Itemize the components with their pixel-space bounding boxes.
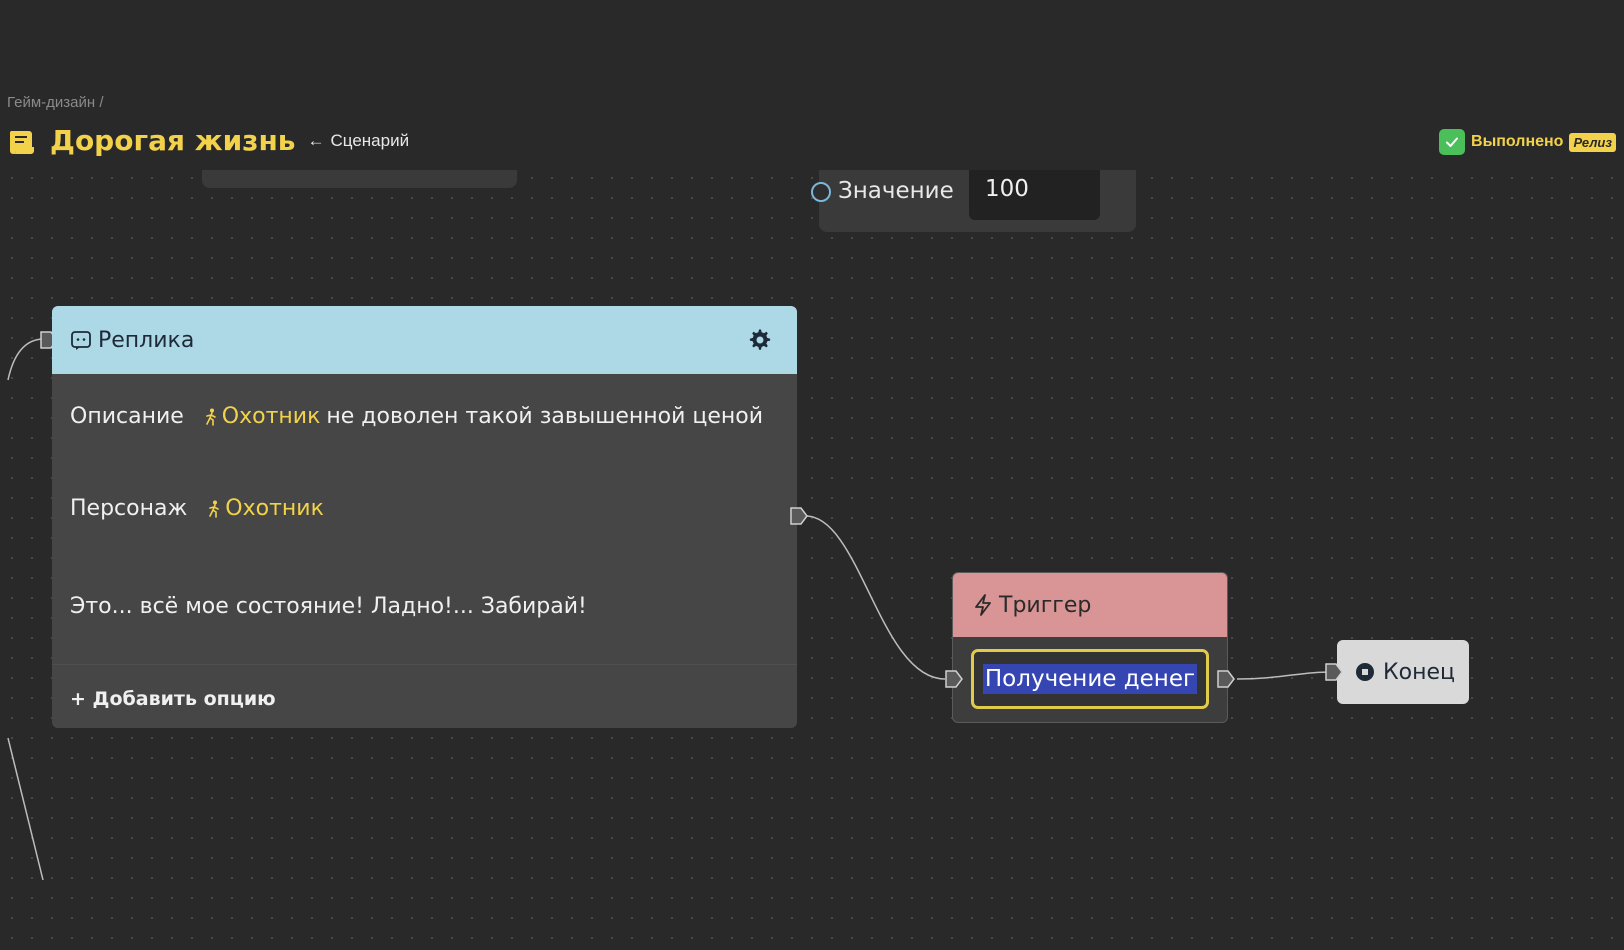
value-label: Значение bbox=[838, 178, 954, 204]
trigger-value-input[interactable]: Получение денег bbox=[971, 649, 1209, 709]
header: Гейм-дизайн / Дорогая жизнь ← Сценарий В… bbox=[0, 0, 1624, 170]
character-row: Персонаж Охотник bbox=[70, 496, 324, 521]
breadcrumb[interactable]: Гейм-дизайн / bbox=[7, 94, 104, 111]
trigger-input-port[interactable] bbox=[945, 670, 963, 688]
edge-reply-to-trigger bbox=[805, 515, 946, 680]
check-icon[interactable] bbox=[1439, 129, 1466, 155]
value-input-handle[interactable] bbox=[811, 182, 831, 202]
add-option-button[interactable]: + Добавить опцию bbox=[70, 688, 276, 710]
edge-bottom-left bbox=[7, 737, 44, 881]
reply-title: Реплика bbox=[98, 327, 195, 353]
reply-text[interactable]: Это... всё мое состояние! Ладно!... Заби… bbox=[70, 594, 587, 619]
character-icon bbox=[205, 408, 216, 426]
reply-node[interactable]: Реплика Описание Охотник не доволен тако… bbox=[40, 306, 808, 728]
trigger-output-port[interactable] bbox=[1217, 670, 1235, 688]
page-title: Дорогая жизнь bbox=[50, 124, 296, 157]
divider bbox=[52, 664, 797, 665]
stop-icon bbox=[1356, 663, 1374, 681]
back-to-scenario-link[interactable]: ← Сценарий bbox=[308, 131, 410, 151]
title-row: Дорогая жизнь ← Сценарий bbox=[8, 124, 409, 157]
description-row: Описание Охотник не доволен такой завыше… bbox=[70, 404, 763, 429]
character-icon bbox=[209, 500, 220, 518]
lightning-icon bbox=[975, 594, 991, 616]
gear-icon[interactable] bbox=[747, 328, 771, 352]
character-name: Охотник bbox=[225, 496, 324, 521]
status-label: Выполнено bbox=[1471, 133, 1564, 150]
reply-output-port[interactable] bbox=[790, 507, 808, 525]
scroll-icon bbox=[9, 130, 34, 154]
edge-in-reply bbox=[7, 338, 45, 381]
arrow-left-icon: ← bbox=[307, 130, 325, 150]
description-label: Описание bbox=[70, 404, 184, 429]
value-input[interactable]: 100 bbox=[969, 170, 1100, 220]
end-node[interactable]: Конец bbox=[1325, 640, 1469, 704]
chat-icon bbox=[71, 331, 91, 350]
description-character-name: Охотник bbox=[221, 404, 321, 429]
edge-trigger-to-end bbox=[1236, 671, 1331, 680]
trigger-title: Триггер bbox=[999, 592, 1092, 618]
trigger-header[interactable]: Триггер bbox=[953, 573, 1227, 637]
end-label: Конец bbox=[1383, 659, 1455, 685]
description-text: не доволен такой завышенной ценой bbox=[326, 404, 764, 429]
trigger-value-text: Получение денег bbox=[982, 664, 1198, 694]
status-indicator[interactable]: Выполнено Релиз bbox=[1439, 129, 1616, 155]
trigger-node[interactable]: Триггер Получение денег bbox=[945, 572, 1235, 723]
end-input-port[interactable] bbox=[1325, 663, 1343, 681]
description-character-link[interactable]: Охотник bbox=[204, 404, 321, 429]
reply-header[interactable]: Реплика bbox=[52, 306, 797, 374]
value-node[interactable]: Значение 100 bbox=[811, 170, 1136, 232]
character-link[interactable]: Охотник bbox=[207, 496, 324, 521]
release-badge: Релиз bbox=[1569, 132, 1616, 152]
partial-node-top-left[interactable] bbox=[202, 170, 517, 188]
character-label: Персонаж bbox=[70, 496, 188, 521]
back-link-label: Сценарий bbox=[330, 130, 410, 150]
